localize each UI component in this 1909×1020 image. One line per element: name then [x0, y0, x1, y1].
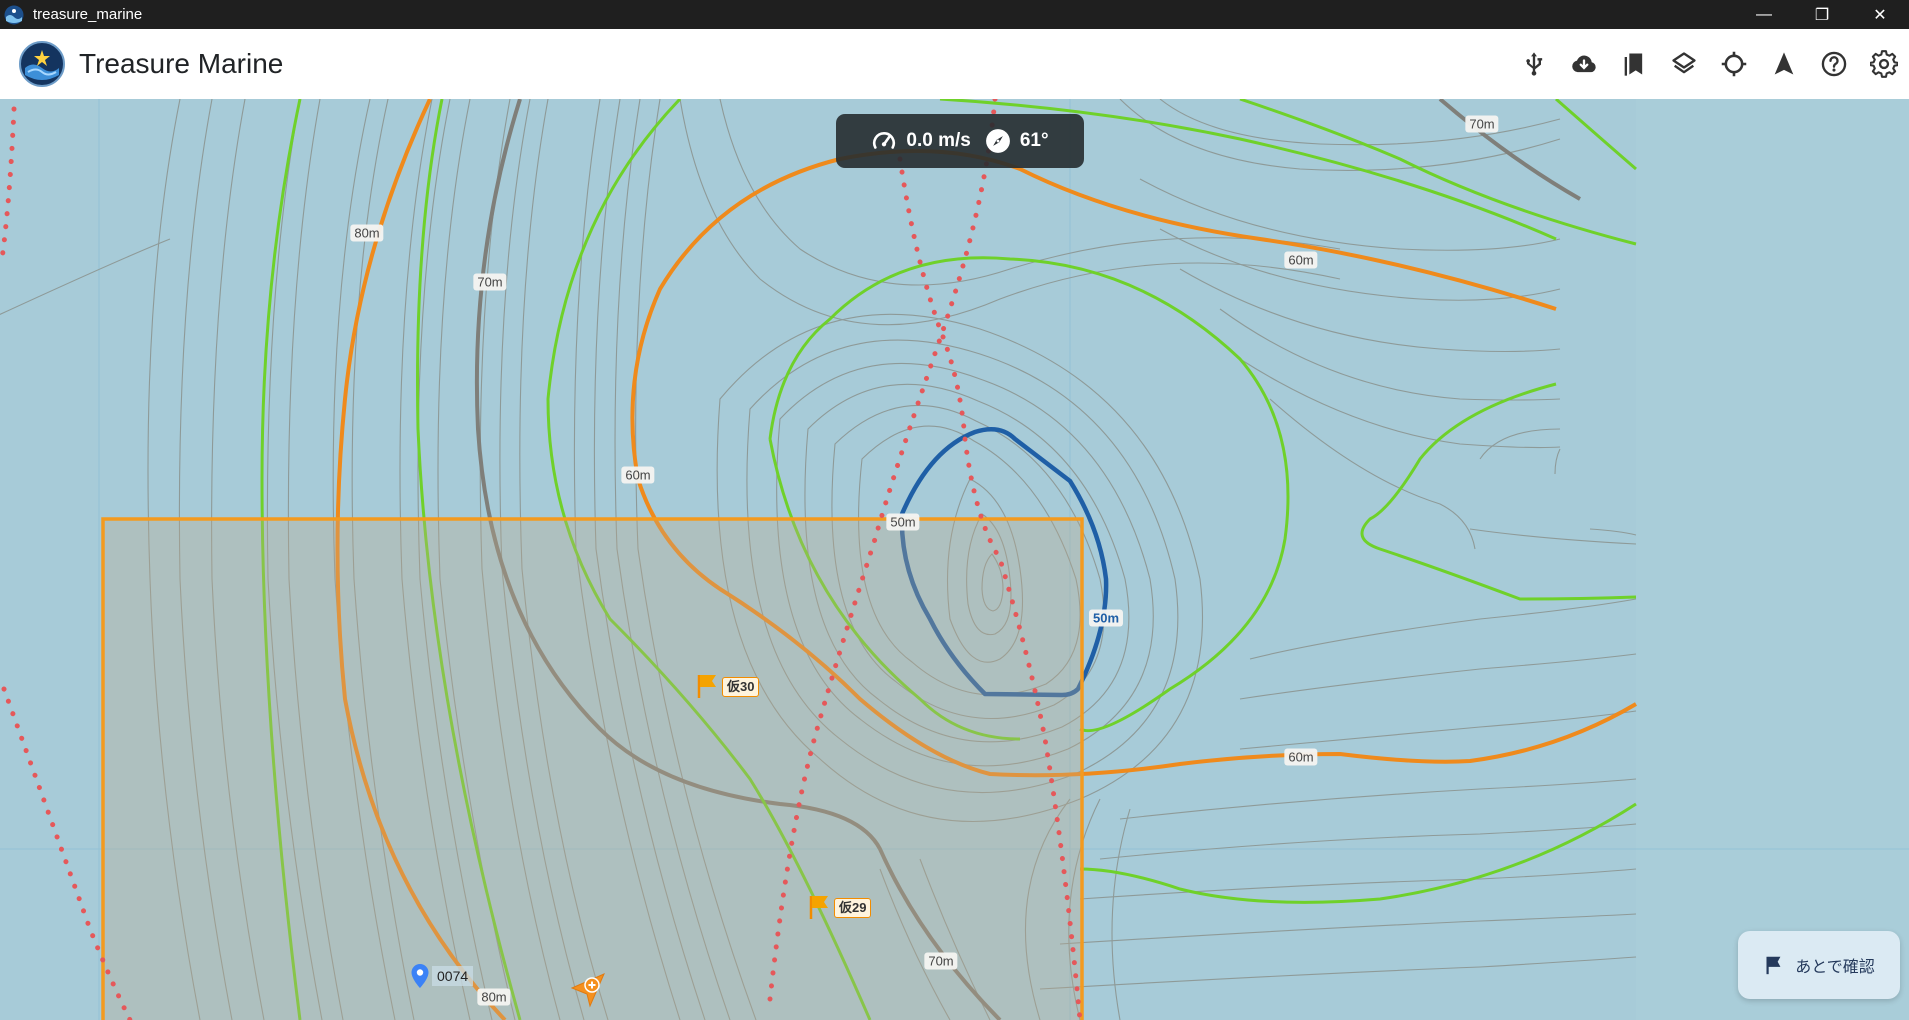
minimize-button[interactable]: —	[1735, 0, 1793, 29]
depth-label: 50m	[886, 513, 920, 531]
speed-value: 0.0 m/s	[906, 130, 971, 151]
waypoint-flag[interactable]: 仮30	[696, 673, 760, 699]
depth-label: 70m	[924, 952, 958, 970]
heading-readout: 61°	[985, 128, 1049, 154]
flag-icon	[809, 896, 828, 919]
navigation-arrow-icon	[1774, 52, 1794, 75]
flag-label: 仮29	[834, 898, 872, 918]
help-button[interactable]	[1809, 39, 1859, 89]
cloud-download-button[interactable]	[1559, 39, 1609, 89]
navigation-button[interactable]	[1759, 39, 1809, 89]
help-icon	[1821, 51, 1847, 77]
settings-icon	[1870, 50, 1898, 78]
outer-water-area	[1636, 99, 1909, 1020]
usb-icon	[1526, 52, 1543, 76]
depth-label: 70m	[1465, 115, 1499, 133]
app-header: Treasure Marine	[0, 29, 1909, 100]
heading-value: 61°	[1019, 130, 1049, 151]
pin-label: 0074	[432, 966, 474, 986]
usb-button[interactable]	[1509, 39, 1559, 89]
window-title: treasure_marine	[33, 6, 143, 23]
later-confirm-button[interactable]: あとで確認	[1738, 931, 1900, 999]
app-logo	[19, 41, 65, 87]
app-name: Treasure Marine	[79, 48, 284, 79]
depth-label: 60m	[621, 466, 655, 484]
depth-label: 80m	[350, 224, 384, 242]
compass-icon	[985, 129, 1010, 153]
speed-readout: 0.0 m/s	[871, 128, 971, 154]
later-confirm-label: あとで確認	[1795, 959, 1875, 976]
depth-label: 50m	[1088, 609, 1124, 627]
location-pin[interactable]: 0074	[410, 963, 474, 989]
depth-label: 60m	[1284, 251, 1318, 269]
map-pin-icon	[411, 964, 429, 988]
nautical-map[interactable]: 70m 80m 70m 60m 60m 50m 50m 60m 70m 80m …	[0, 99, 1909, 1020]
locate-button[interactable]	[1709, 39, 1759, 89]
depth-label: 60m	[1284, 748, 1318, 766]
depth-label: 80m	[477, 988, 511, 1006]
depth-label: 70m	[473, 273, 507, 291]
toolbar	[1509, 29, 1909, 99]
speedometer-icon	[873, 131, 896, 149]
window-controls: — ❐ ✕	[1735, 0, 1909, 29]
window-title-bar: treasure_marine — ❐ ✕	[0, 0, 1909, 29]
layers-button[interactable]	[1659, 39, 1709, 89]
flag-icon	[1766, 956, 1781, 975]
layers-icon	[1672, 52, 1696, 74]
vessel-position-icon[interactable]	[568, 972, 608, 1012]
waypoint-flag[interactable]: 仮29	[808, 894, 872, 920]
selection-area[interactable]	[101, 517, 1084, 1020]
app-icon	[4, 5, 24, 24]
bookmarks-icon	[1624, 53, 1643, 76]
restore-button[interactable]: ❐	[1793, 0, 1851, 29]
flag-icon	[697, 675, 716, 698]
cloud-download-icon	[1572, 55, 1596, 73]
close-button[interactable]: ✕	[1851, 0, 1909, 29]
settings-button[interactable]	[1859, 39, 1909, 89]
nav-status-pill: 0.0 m/s 61°	[836, 114, 1084, 168]
contour-chart	[0, 99, 1909, 1020]
bookmarks-button[interactable]	[1609, 39, 1659, 89]
flag-label: 仮30	[722, 677, 760, 697]
crosshair-icon	[1721, 51, 1747, 77]
